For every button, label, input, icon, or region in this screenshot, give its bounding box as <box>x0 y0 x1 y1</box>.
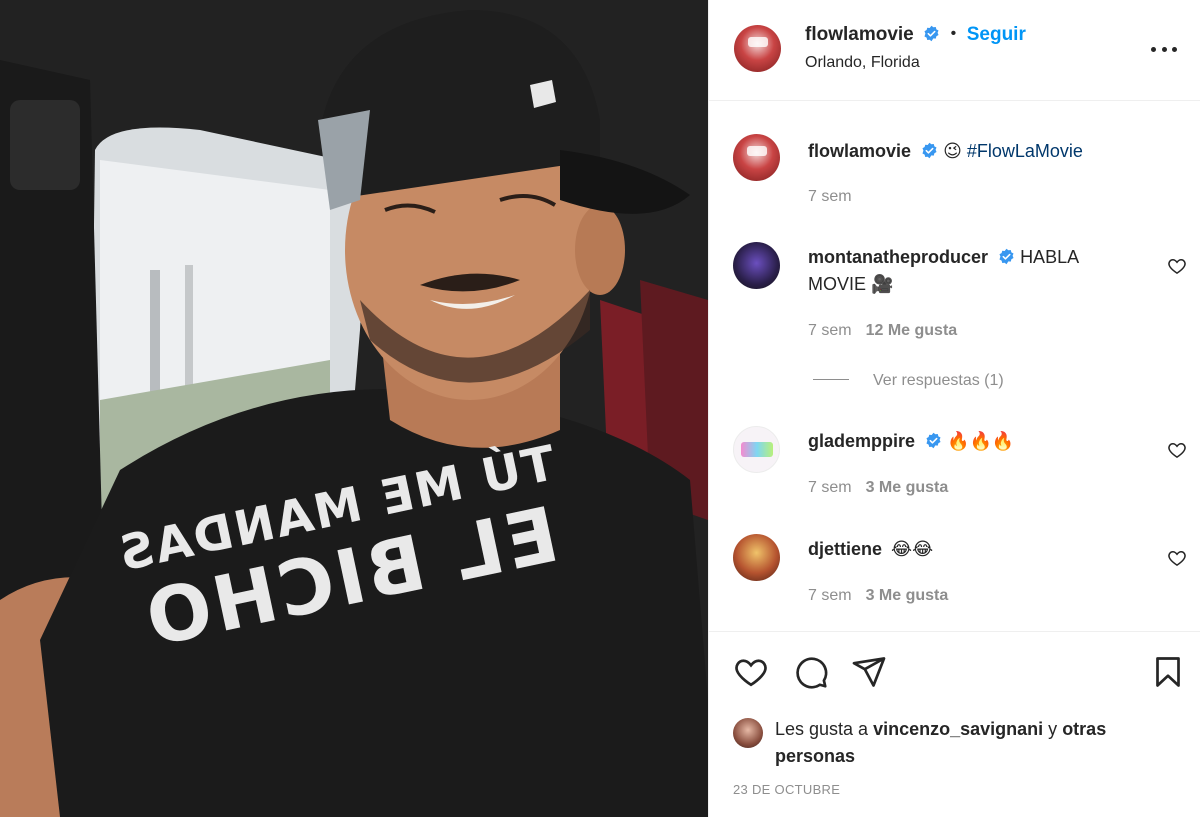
comment-username[interactable]: montanatheproducer <box>808 247 988 267</box>
comment-avatar[interactable] <box>733 426 780 473</box>
verified-icon <box>922 142 937 159</box>
caption-time[interactable]: 7 sem <box>808 188 852 206</box>
post-date[interactable]: 23 DE OCTUBRE <box>733 782 840 797</box>
verified-icon <box>926 432 941 449</box>
post-location[interactable]: Orlando, Florida <box>805 54 920 72</box>
comment-meta: 7 sem 3 Me gusta <box>808 479 948 497</box>
comment-text: montanatheproducer HABLA MOVIE 🎥 <box>808 244 1138 298</box>
liked-by-user[interactable]: vincenzo_savignani <box>873 719 1043 739</box>
verified-icon <box>924 25 939 42</box>
heart-icon[interactable] <box>1167 548 1187 568</box>
author-info: flowlamovie • Seguir <box>805 24 1026 46</box>
comment-content: 🔥🔥🔥 <box>947 431 1015 451</box>
liker-avatar <box>733 718 763 748</box>
comment-likes[interactable]: 12 Me gusta <box>866 322 958 339</box>
post-details-panel: flowlamovie • Seguir Orlando, Florida fl… <box>708 0 1200 817</box>
caption-avatar[interactable] <box>733 134 780 181</box>
comment-likes[interactable]: 3 Me gusta <box>866 587 949 604</box>
comments-list[interactable]: flowlamovie 😉 #FlowLaMovie 7 sem montana… <box>709 102 1200 632</box>
share-icon[interactable] <box>851 654 887 690</box>
action-bar <box>709 640 1200 700</box>
comment-meta: 7 sem 3 Me gusta <box>808 587 948 605</box>
liked-by-suffix: y <box>1048 719 1058 739</box>
view-replies-label: Ver respuestas (1) <box>873 372 1004 389</box>
comment-time[interactable]: 7 sem <box>808 322 852 339</box>
liked-by-prefix: Les gusta a <box>775 719 869 739</box>
comment-meta: 7 sem 12 Me gusta <box>808 322 957 340</box>
comment-time[interactable]: 7 sem <box>808 587 852 604</box>
comment-time[interactable]: 7 sem <box>808 479 852 496</box>
post-header: flowlamovie • Seguir Orlando, Florida <box>709 0 1200 101</box>
caption-emoji: 😉 <box>943 141 962 161</box>
post-photo[interactable]: TÚ ME MANDAS EL BICHO <box>0 0 708 817</box>
comment-username[interactable]: djettiene <box>808 539 882 559</box>
comment-text: djettiene 😂😂 <box>808 536 1138 563</box>
comment-text: glademppire 🔥🔥🔥 <box>808 428 1138 455</box>
heart-icon[interactable] <box>1167 256 1187 276</box>
comment-avatar[interactable] <box>733 242 780 289</box>
author-username[interactable]: flowlamovie <box>805 24 914 45</box>
heart-icon[interactable] <box>1167 440 1187 460</box>
caption-text: flowlamovie 😉 #FlowLaMovie <box>808 138 1138 165</box>
comment-avatar[interactable] <box>733 534 780 581</box>
bookmark-icon[interactable] <box>1150 654 1186 690</box>
header-separator: • <box>950 25 957 42</box>
liked-by-summary[interactable]: Les gusta a vincenzo_savignani y otras p… <box>733 716 1113 770</box>
selfie-in-car-image <box>0 0 708 817</box>
replies-line <box>813 379 849 380</box>
author-avatar[interactable] <box>734 25 781 72</box>
follow-button[interactable]: Seguir <box>967 24 1026 45</box>
caption-username[interactable]: flowlamovie <box>808 141 911 161</box>
comment-content: 😂😂 <box>891 539 934 559</box>
caption-hashtag[interactable]: #FlowLaMovie <box>967 141 1083 161</box>
view-replies-button[interactable]: Ver respuestas (1) <box>813 372 1004 390</box>
comment-icon[interactable] <box>793 654 829 690</box>
like-heart-icon[interactable] <box>733 654 769 690</box>
comment-likes[interactable]: 3 Me gusta <box>866 479 949 496</box>
verified-icon <box>999 248 1014 265</box>
more-options-icon[interactable] <box>1151 36 1177 62</box>
comment-username[interactable]: glademppire <box>808 431 915 451</box>
